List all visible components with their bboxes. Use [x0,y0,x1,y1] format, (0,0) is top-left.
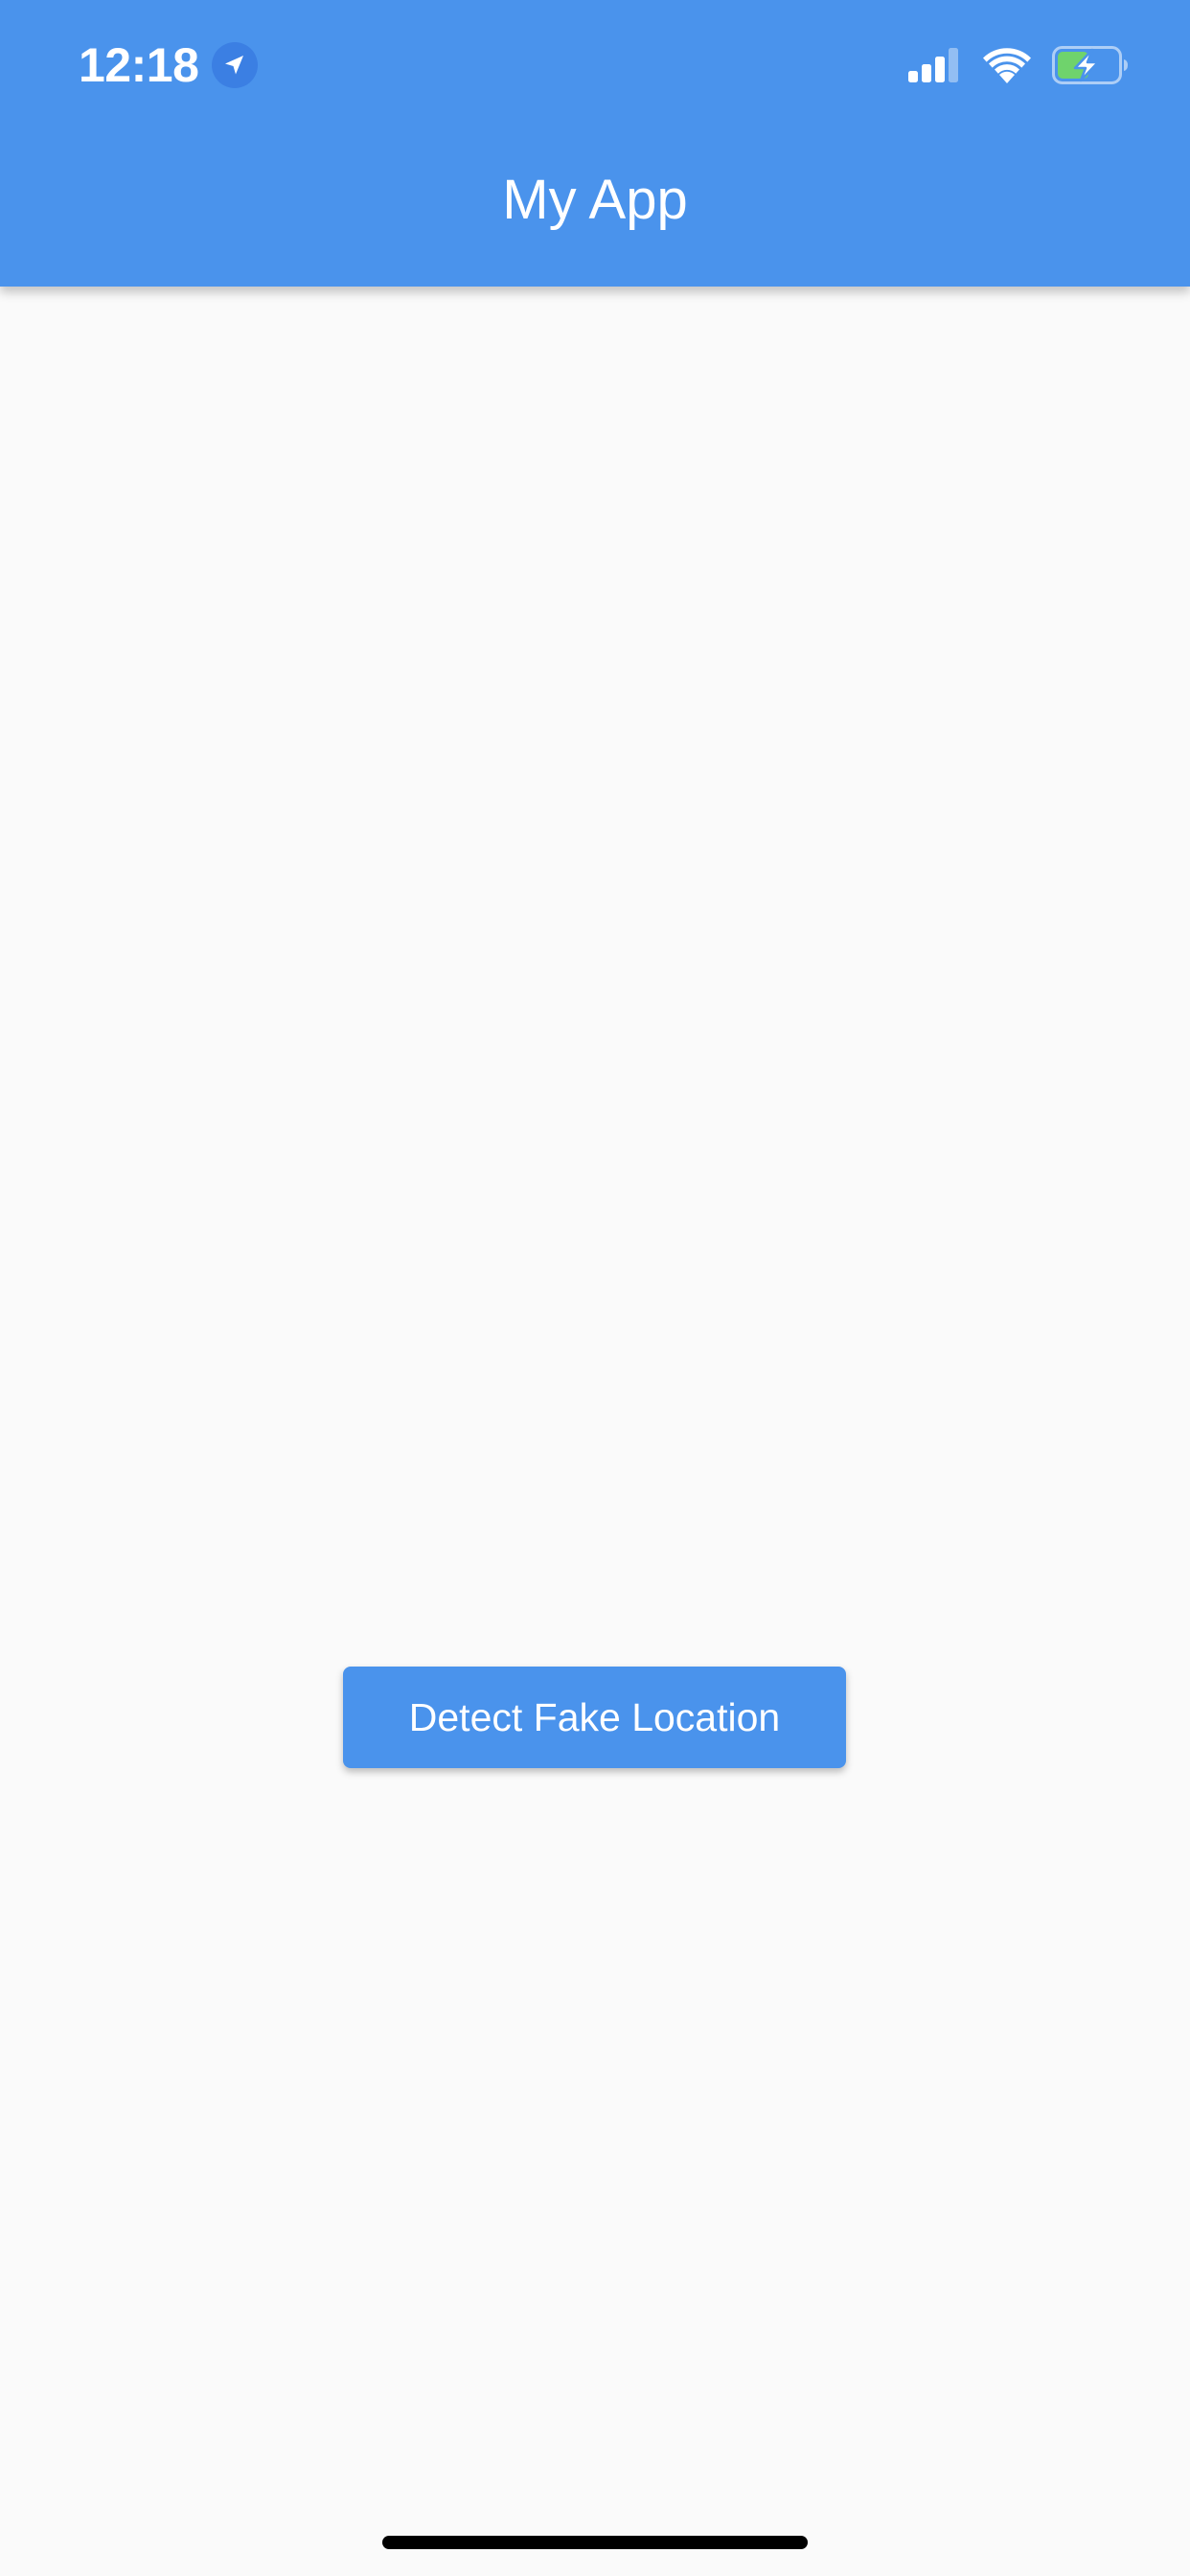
wifi-icon [983,48,1031,83]
status-time: 12:18 [79,38,199,92]
status-bar: 12:18 [0,0,1190,128]
detect-fake-location-button[interactable]: Detect Fake Location [343,1667,846,1768]
status-indicators [908,42,1129,88]
app-bar: My App [0,128,1190,287]
location-arrow-icon [212,42,259,88]
app-screen: 12:18 My App Detect Fake Location [0,0,1190,2576]
main-content: Detect Fake Location [0,287,1190,2576]
time-group: 12:18 [79,36,259,94]
cellular-signal-icon [908,48,958,82]
home-indicator[interactable] [382,2536,808,2549]
app-title: My App [502,168,688,231]
battery-charging-icon [1052,46,1128,84]
top-app-area: 12:18 My App [0,0,1190,287]
